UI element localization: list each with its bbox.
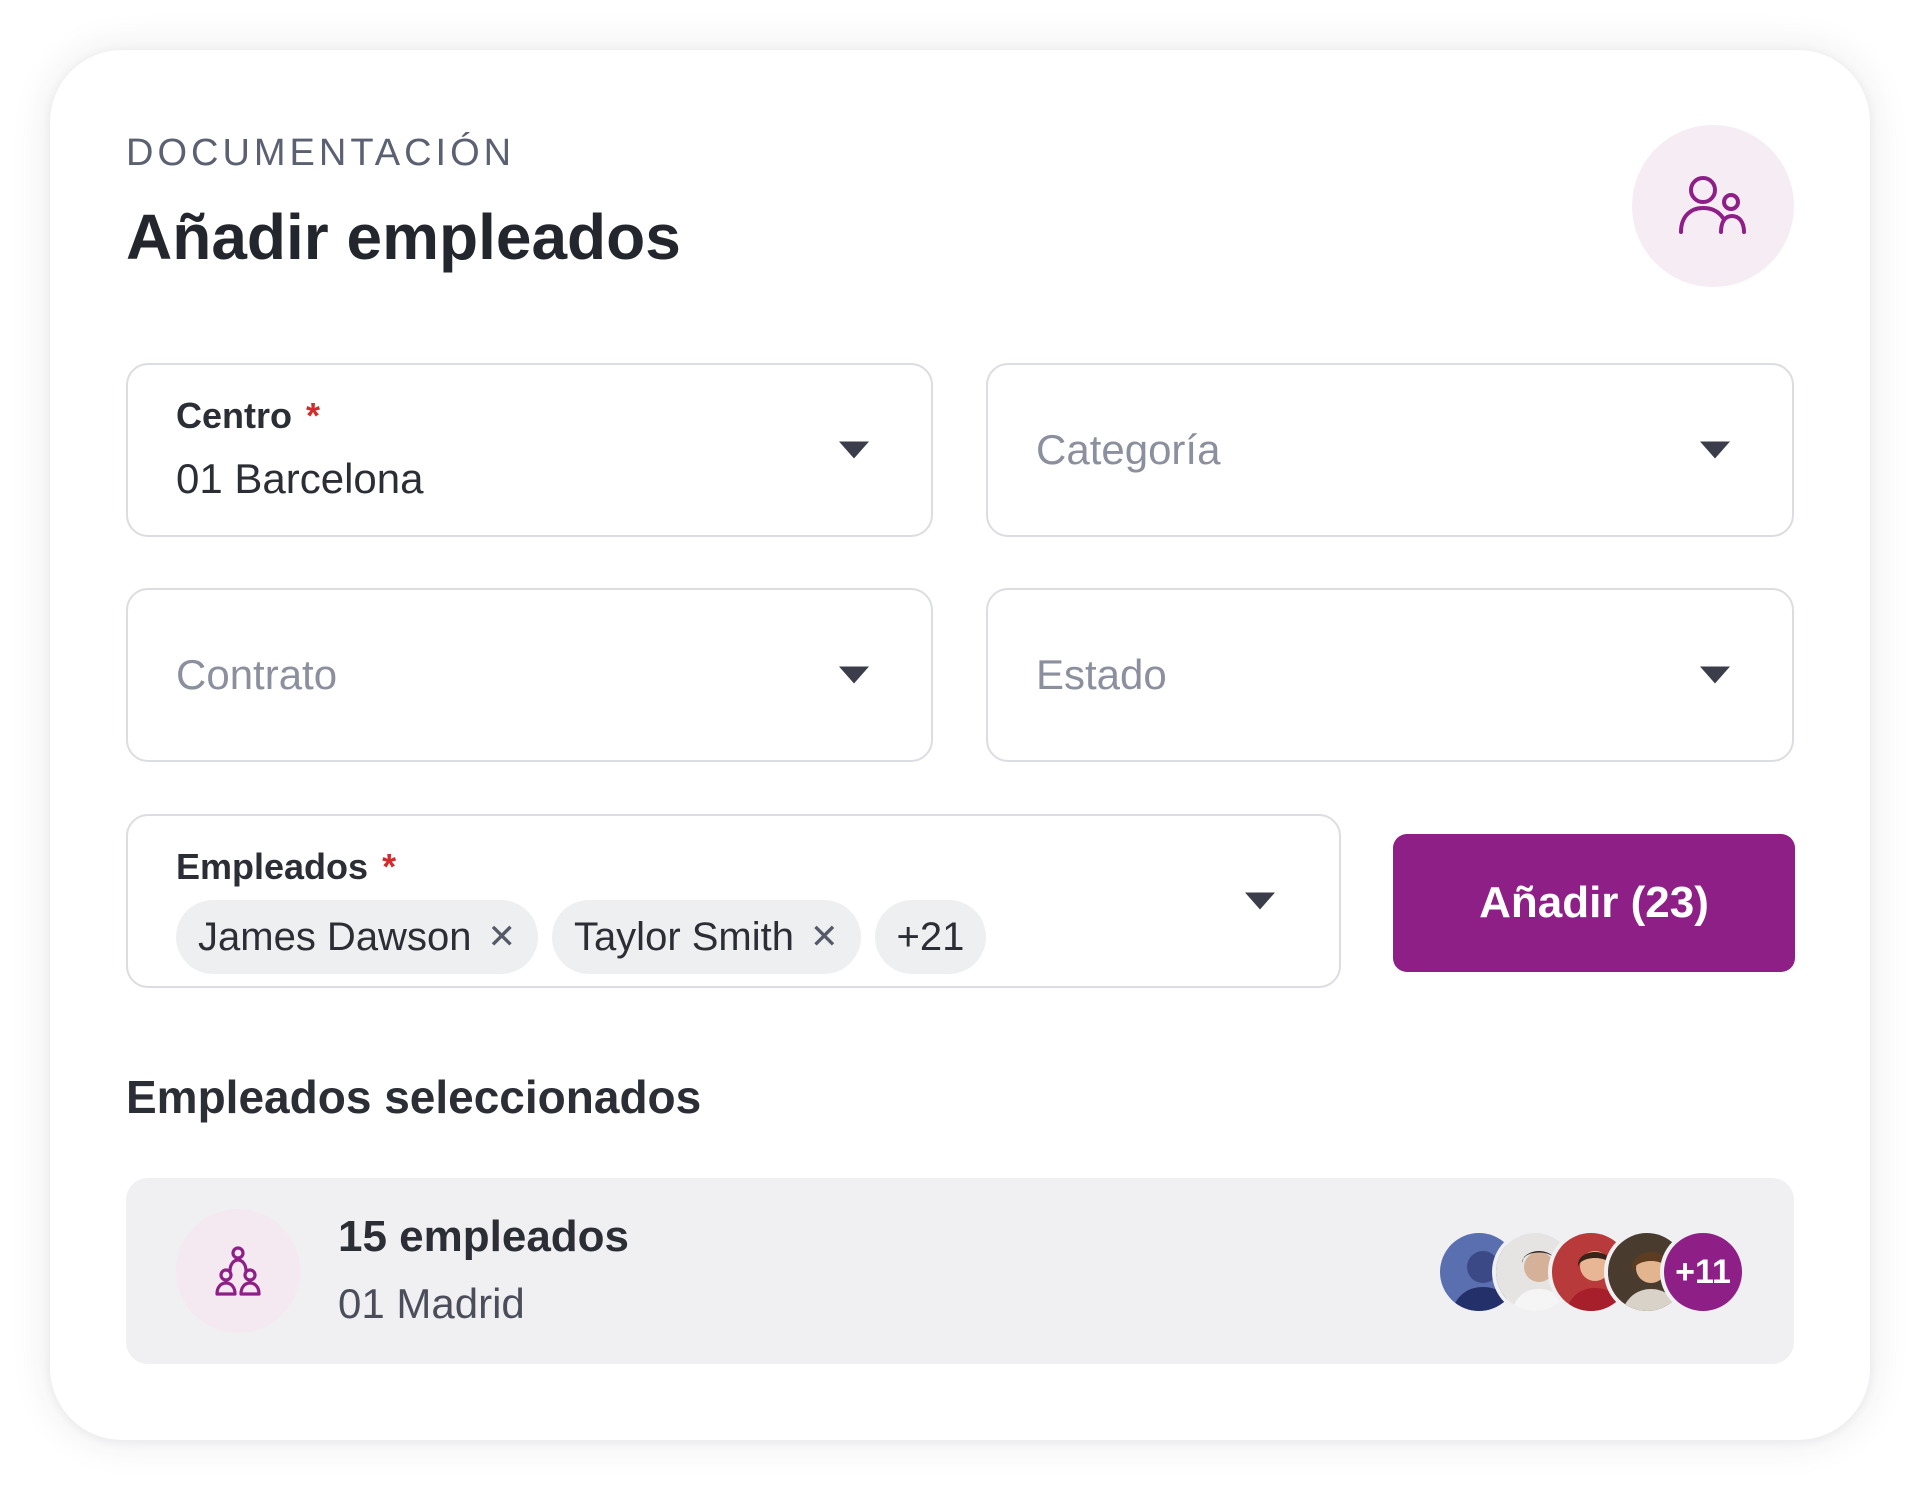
centro-select[interactable]: Centro * 01 Barcelona bbox=[126, 363, 933, 537]
chevron-down-icon bbox=[1245, 892, 1275, 910]
empleados-multiselect[interactable]: Empleados * James Dawson ✕ Taylor Smith ✕… bbox=[126, 814, 1341, 988]
required-mark: * bbox=[306, 395, 321, 436]
estado-placeholder: Estado bbox=[1036, 651, 1167, 698]
required-mark: * bbox=[382, 846, 397, 887]
chip-taylor-smith: Taylor Smith ✕ bbox=[551, 900, 861, 974]
users-icon bbox=[1632, 125, 1794, 287]
group-location: 01 Madrid bbox=[338, 1280, 525, 1327]
categoria-select[interactable]: Categoría bbox=[986, 363, 1794, 537]
centro-value: 01 Barcelona bbox=[176, 455, 424, 502]
chip-label: Taylor Smith bbox=[573, 914, 794, 959]
section-label: DOCUMENTACIÓN bbox=[126, 132, 516, 174]
chevron-down-icon bbox=[839, 441, 869, 459]
centro-label: Centro * bbox=[176, 395, 321, 436]
more-chips-counter[interactable]: +21 bbox=[874, 900, 987, 974]
team-icon bbox=[176, 1209, 300, 1333]
chip-james-dawson: James Dawson ✕ bbox=[176, 900, 538, 974]
selected-employees-heading: Empleados seleccionados bbox=[126, 1071, 702, 1123]
add-employees-button[interactable]: Añadir (23) bbox=[1393, 834, 1795, 972]
chip-label: James Dawson bbox=[198, 914, 472, 959]
selected-chips: James Dawson ✕ Taylor Smith ✕ +21 bbox=[176, 900, 987, 974]
estado-select[interactable]: Estado bbox=[986, 588, 1794, 762]
chevron-down-icon bbox=[839, 666, 869, 684]
employee-group-row[interactable]: 15 empleados 01 Madrid +11 bbox=[126, 1178, 1794, 1364]
contrato-placeholder: Contrato bbox=[176, 651, 338, 698]
avatar-stack: +11 bbox=[1436, 1229, 1746, 1315]
empleados-label: Empleados * bbox=[176, 846, 397, 887]
categoria-placeholder: Categoría bbox=[1036, 426, 1221, 473]
group-employee-count: 15 empleados bbox=[338, 1212, 630, 1261]
close-icon[interactable]: ✕ bbox=[810, 920, 839, 954]
page-title: Añadir empleados bbox=[126, 201, 681, 273]
contrato-select[interactable]: Contrato bbox=[126, 588, 933, 762]
avatars-more-counter[interactable]: +11 bbox=[1660, 1229, 1746, 1315]
chevron-down-icon bbox=[1700, 441, 1730, 459]
close-icon[interactable]: ✕ bbox=[487, 920, 516, 954]
chevron-down-icon bbox=[1700, 666, 1730, 684]
